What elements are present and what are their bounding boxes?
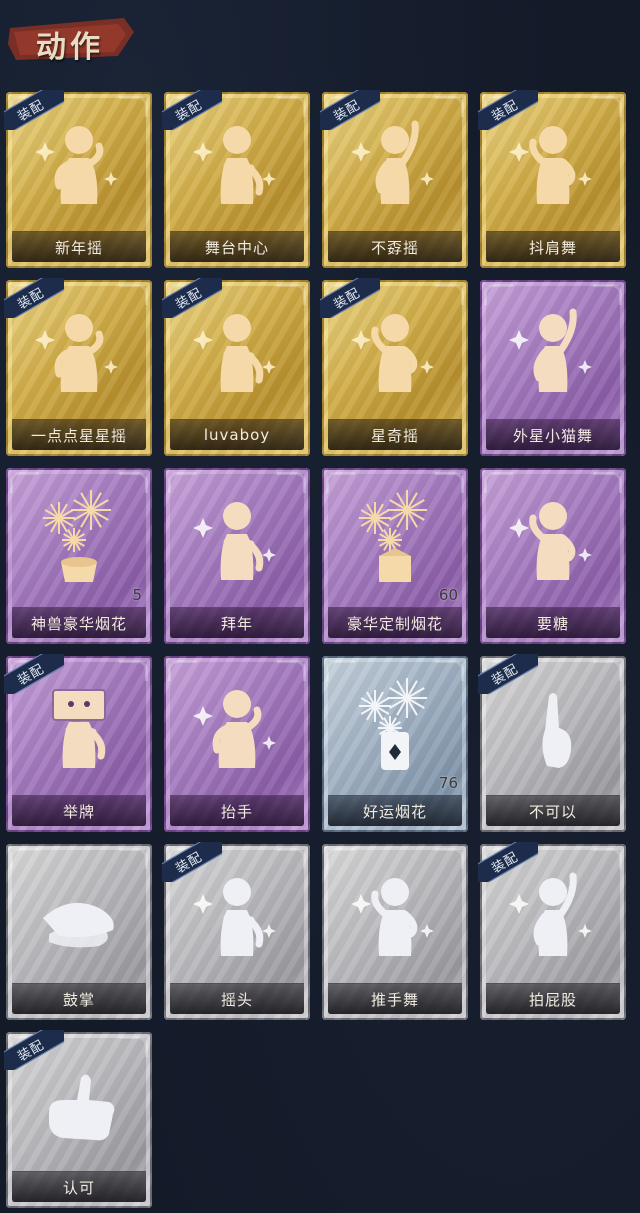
equipped-badge: 装配 [478,90,538,130]
emote-label: 神兽豪华烟花 [12,607,146,638]
emote-label: 不孬摇 [328,231,462,262]
emote-label: 舞台中心 [170,231,304,262]
emote-card[interactable]: 一点点星星摇 装配 [4,278,152,456]
emote-label: 一点点星星摇 [12,419,146,450]
equipped-badge-text: 装配 [331,285,363,313]
emote-label: 抬手 [170,795,304,826]
equipped-badge-text: 装配 [15,1037,47,1065]
equipped-badge-text: 装配 [15,97,47,125]
equipped-badge-text: 装配 [489,661,521,689]
item-count: 5 [132,586,142,604]
emote-card[interactable]: 认可 装配 [4,1030,152,1208]
figure-reach-icon [503,488,603,588]
emote-label: luvaboy [170,419,304,450]
emote-card[interactable]: 星奇摇 装配 [320,278,468,456]
emote-label: 摇头 [170,983,304,1014]
emote-label: 豪华定制烟花 [328,607,462,638]
equipped-badge: 装配 [4,1030,64,1070]
figure-bow-icon [187,488,287,588]
figure-push-dance-icon [345,864,445,964]
emote-label: 好运烟花 [328,795,462,826]
emote-card[interactable]: 76 好运烟花 [322,656,468,832]
firework-can-icon [345,676,445,776]
emote-card[interactable]: 不孬摇 装配 [320,90,468,268]
equipped-badge-text: 装配 [489,849,521,877]
emote-card[interactable]: 外星小猫舞 [480,280,626,456]
equipped-badge: 装配 [478,842,538,882]
emote-label: 拜年 [170,607,304,638]
emote-card[interactable]: 抬手 [164,656,310,832]
equipped-badge: 装配 [162,278,222,318]
emote-card[interactable]: 拜年 [164,468,310,644]
item-count: 76 [438,774,458,792]
emote-card[interactable]: 新年摇 装配 [4,90,152,268]
equipped-badge: 装配 [162,842,222,882]
emote-label: 抖肩舞 [486,231,620,262]
emote-card[interactable]: 拍屁股 装配 [478,842,626,1020]
emote-card[interactable]: 舞台中心 装配 [162,90,310,268]
figure-raise-hand-icon [187,676,287,776]
firework-bowl-icon [29,488,129,588]
emote-card[interactable]: 推手舞 [322,844,468,1020]
equipped-badge: 装配 [320,278,380,318]
emote-label: 新年摇 [12,231,146,262]
emote-card[interactable]: 5 神兽豪华烟花 [6,468,152,644]
equipped-badge-text: 装配 [331,97,363,125]
emote-label: 鼓掌 [12,983,146,1014]
page-title: 动作 [36,30,104,65]
emote-card[interactable]: 举牌 装配 [4,654,152,832]
equipped-badge-text: 装配 [489,97,521,125]
clap-hands-icon [29,864,129,964]
emote-label: 不可以 [486,795,620,826]
emote-label: 推手舞 [328,983,462,1014]
emote-card[interactable]: luvaboy 装配 [162,278,310,456]
equipped-badge: 装配 [4,278,64,318]
item-count: 60 [438,586,458,604]
equipped-badge-text: 装配 [15,285,47,313]
emote-card[interactable]: 摇头 装配 [162,842,310,1020]
equipped-badge-text: 装配 [173,285,205,313]
emote-label: 外星小猫舞 [486,419,620,450]
emote-label: 要糖 [486,607,620,638]
equipped-badge-text: 装配 [173,97,205,125]
emote-card[interactable]: 鼓掌 [6,844,152,1020]
equipped-badge: 装配 [478,654,538,694]
emote-label: 认可 [12,1171,146,1202]
firework-box-icon [345,488,445,588]
figure-cat-dance-icon [503,300,603,400]
equipped-badge: 装配 [4,654,64,694]
emote-label: 拍屁股 [486,983,620,1014]
emote-card[interactable]: 抖肩舞 装配 [478,90,626,268]
equipped-badge-text: 装配 [173,849,205,877]
emote-card[interactable]: 60 豪华定制烟花 [322,468,468,644]
section-header: 动作 [6,10,136,66]
emote-card[interactable]: 要糖 [480,468,626,644]
equipped-badge: 装配 [320,90,380,130]
equipped-badge-text: 装配 [15,661,47,689]
equipped-badge: 装配 [162,90,222,130]
equipped-badge: 装配 [4,90,64,130]
emote-card[interactable]: 不可以 装配 [478,654,626,832]
emote-label: 举牌 [12,795,146,826]
emote-label: 星奇摇 [328,419,462,450]
